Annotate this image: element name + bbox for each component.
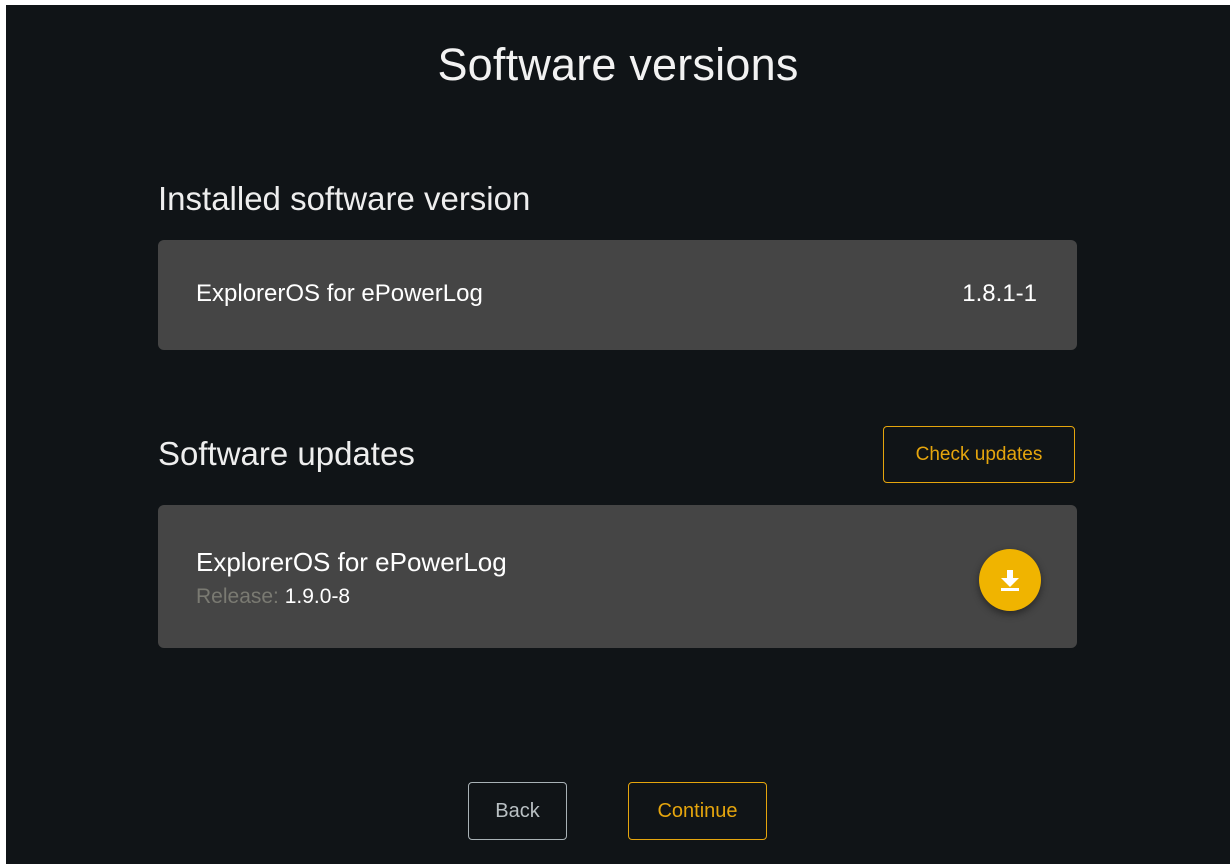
back-button[interactable]: Back (468, 782, 567, 840)
check-updates-button[interactable]: Check updates (883, 426, 1075, 483)
release-line: Release: 1.9.0-8 (196, 585, 350, 609)
updates-section-title: Software updates (158, 435, 415, 472)
release-label: Release: (196, 585, 279, 608)
installed-software-card: ExplorerOS for ePowerLog 1.8.1-1 (158, 240, 1077, 350)
download-icon (1001, 570, 1019, 591)
update-app-name: ExplorerOS for ePowerLog (196, 547, 507, 577)
download-update-button[interactable] (979, 549, 1041, 611)
software-versions-screen: Software versions Installed software ver… (6, 5, 1230, 864)
page-title: Software versions (437, 39, 799, 90)
update-item-card: ExplorerOS for ePowerLog Release: 1.9.0-… (158, 505, 1077, 648)
release-version: 1.9.0-8 (284, 585, 351, 608)
continue-button[interactable]: Continue (628, 782, 767, 840)
installed-app-version: 1.8.1-1 (962, 280, 1037, 307)
installed-section-title: Installed software version (158, 180, 531, 217)
installed-app-name: ExplorerOS for ePowerLog (196, 280, 483, 307)
